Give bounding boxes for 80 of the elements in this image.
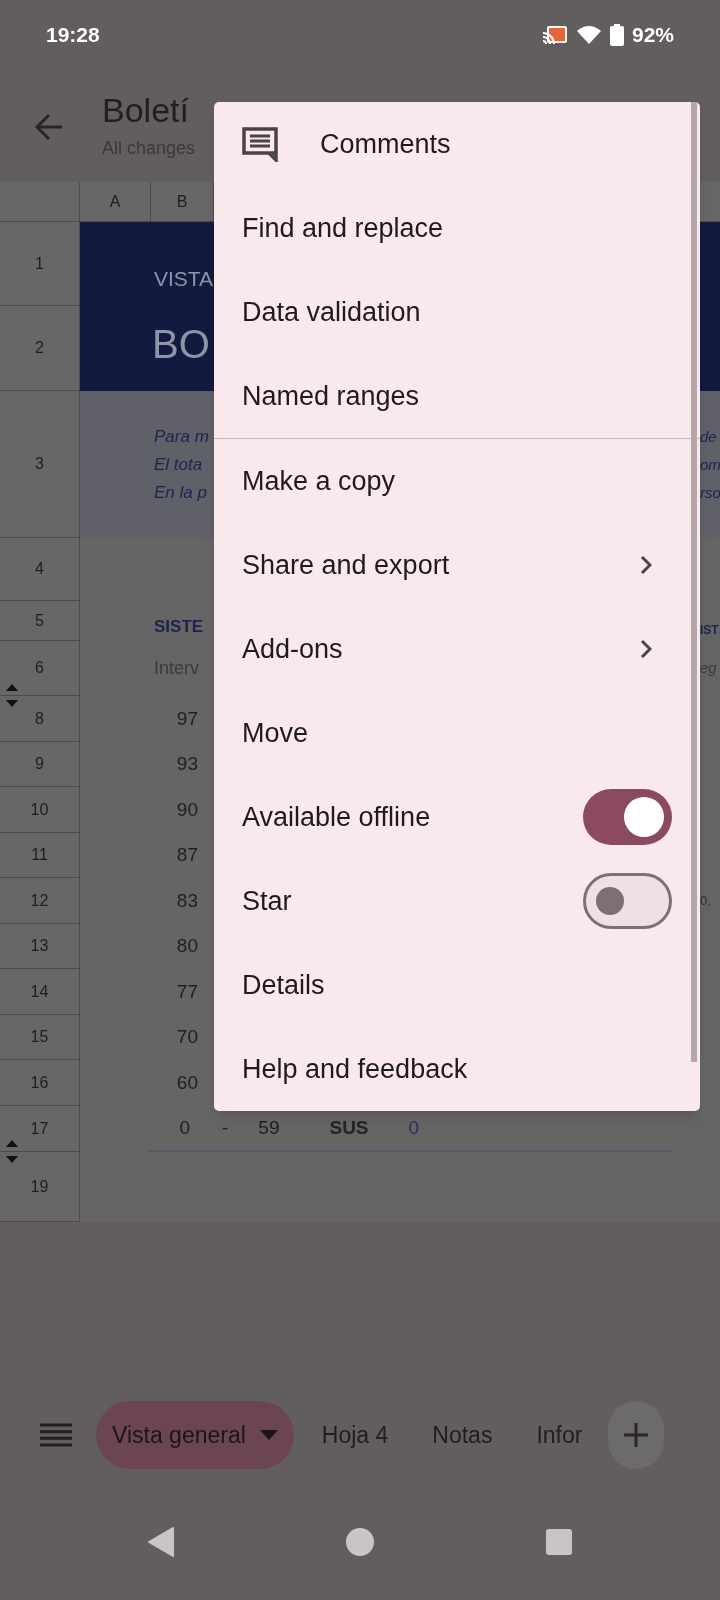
table-cell-text: 0 (178, 1115, 190, 1140)
menu-item[interactable]: Add-ons (214, 607, 700, 691)
comment-icon (242, 126, 278, 162)
table-cell-text: 87 (176, 843, 198, 868)
expand-down-icon[interactable] (6, 1156, 18, 1163)
sheet-tab[interactable]: Notas (416, 1401, 509, 1469)
menu-item[interactable]: Move (214, 691, 700, 775)
expand-up-icon[interactable] (6, 684, 18, 691)
row-header[interactable]: 16 (30, 1070, 49, 1095)
table-cell-text: de (700, 426, 718, 447)
home-nav-icon[interactable] (345, 1527, 375, 1557)
table-cell-text: 0 (408, 1115, 420, 1140)
row-header[interactable]: 2 (35, 336, 44, 360)
row-header[interactable]: 11 (31, 843, 48, 867)
menu-item[interactable]: Named ranges (214, 354, 700, 438)
menu-item[interactable]: Data validation (214, 270, 700, 354)
menu-item[interactable]: Find and replace (214, 186, 700, 270)
table-cell-text: 90 (176, 797, 198, 822)
column-header[interactable]: A (80, 182, 151, 221)
back-icon[interactable] (34, 113, 64, 141)
chevron-right-icon (640, 639, 652, 659)
menu-item[interactable]: Star (214, 859, 700, 943)
row-header[interactable]: 4 (35, 557, 44, 581)
wifi-icon (575, 25, 602, 45)
table-cell-text: om (700, 454, 720, 475)
scrollbar[interactable] (691, 102, 697, 1062)
row-header[interactable]: 14 (30, 979, 49, 1004)
note-text: Para m (154, 425, 209, 448)
menu-item[interactable]: Details (214, 943, 700, 1027)
table-cell-text: 70 (176, 1025, 198, 1050)
menu-icon[interactable] (40, 1423, 72, 1447)
table-cell-text: 97 (176, 706, 198, 731)
row-header[interactable]: 15 (30, 1025, 49, 1049)
table-cell-text: 93 (176, 752, 198, 777)
row-header[interactable]: 8 (35, 706, 44, 731)
toggle-switch[interactable] (583, 789, 672, 845)
table-cell-text: IST (700, 622, 720, 639)
battery-icon (609, 24, 624, 46)
menu-item[interactable]: Comments (214, 102, 700, 186)
cast-icon (541, 25, 568, 45)
battery-percent: 92% (631, 22, 674, 49)
menu-item[interactable]: Help and feedback (214, 1027, 700, 1111)
sheet-tab[interactable]: Hoja 4 (305, 1401, 405, 1469)
dropdown-caret-icon[interactable] (259, 1430, 278, 1440)
section-heading: SISTE (154, 615, 204, 638)
row-header[interactable]: 1 (35, 251, 44, 276)
sheet-tab[interactable]: Infor (520, 1401, 599, 1469)
row-header[interactable]: 5 (35, 608, 44, 633)
table-cell-text: rso (700, 482, 720, 503)
note-text: En la p (154, 481, 208, 504)
table-cell-text: 77 (176, 979, 198, 1004)
note-text: El tota (154, 453, 204, 476)
status-time: 19:28 (46, 22, 100, 49)
table-cell-text: 80 (176, 934, 198, 959)
menu-item[interactable]: Available offline (214, 775, 700, 859)
row-header[interactable]: 9 (35, 752, 44, 776)
row-header[interactable]: 6 (35, 656, 44, 680)
menu-item[interactable]: Make a copy (214, 439, 700, 523)
expand-up-icon[interactable] (6, 1140, 18, 1147)
sheet-tab[interactable]: Vista general (96, 1401, 294, 1469)
table-cell-text: SUS (329, 1115, 369, 1140)
row-header[interactable]: 13 (30, 934, 49, 958)
table-cell-text: 83 (176, 888, 198, 913)
document-title: Boletí (102, 90, 190, 131)
banner-subtitle: VISTA (154, 265, 214, 292)
back-nav-icon[interactable] (147, 1526, 175, 1558)
row-header[interactable]: 12 (30, 888, 49, 913)
chevron-right-icon (640, 555, 652, 575)
recents-nav-icon[interactable] (545, 1528, 573, 1556)
table-cell-text: 59 (258, 1115, 280, 1140)
menu-item[interactable]: Share and export (214, 523, 700, 607)
row-header[interactable]: 3 (35, 452, 44, 476)
toggle-switch[interactable] (583, 873, 672, 929)
expand-down-icon[interactable] (6, 700, 18, 707)
row-header[interactable]: 10 (30, 797, 49, 822)
row-header[interactable]: 19 (30, 1174, 49, 1199)
table-cell-text: 60 (176, 1070, 198, 1095)
table-cell-text: - (222, 1115, 229, 1140)
row-header[interactable]: 17 (30, 1116, 49, 1141)
banner-title: BO (152, 320, 210, 368)
